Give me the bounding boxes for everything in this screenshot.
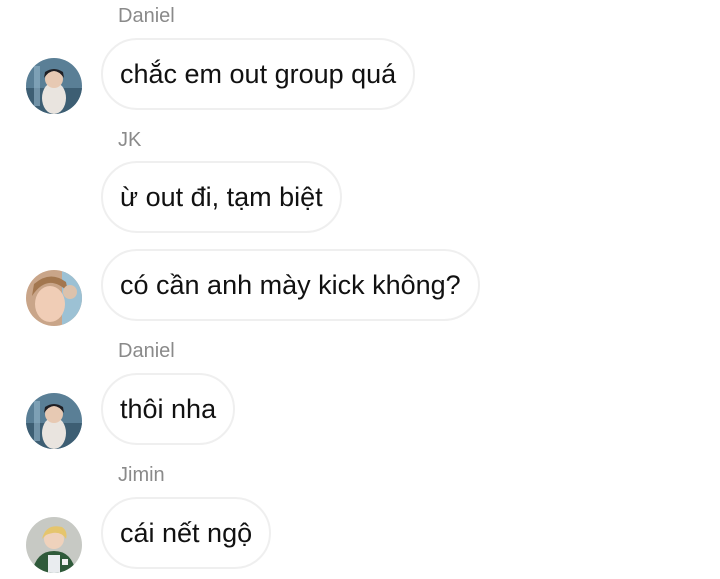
sender-name: Jimin: [118, 464, 165, 486]
sender-name: Daniel: [118, 340, 175, 362]
user-avatar[interactable]: [26, 517, 82, 573]
sender-name: JK: [118, 129, 142, 151]
message-text: thôi nha: [120, 393, 217, 424]
user-avatar[interactable]: [26, 270, 82, 326]
user-avatar[interactable]: [26, 58, 82, 114]
message-bubble[interactable]: chắc em out group quá: [101, 38, 416, 110]
message-text: ừ out đi, tạm biệt: [120, 181, 323, 212]
sender-name: Daniel: [118, 5, 175, 27]
message-text: có cần anh mày kick không?: [120, 269, 461, 300]
message-text: cái nết ngộ: [120, 517, 253, 548]
message-bubble[interactable]: thôi nha: [101, 373, 236, 445]
message-text: chắc em out group quá: [120, 58, 397, 89]
message-bubble[interactable]: cái nết ngộ: [101, 497, 272, 569]
user-avatar[interactable]: [26, 393, 82, 449]
message-bubble[interactable]: có cần anh mày kick không?: [101, 249, 480, 321]
message-bubble[interactable]: ừ out đi, tạm biệt: [101, 161, 342, 233]
